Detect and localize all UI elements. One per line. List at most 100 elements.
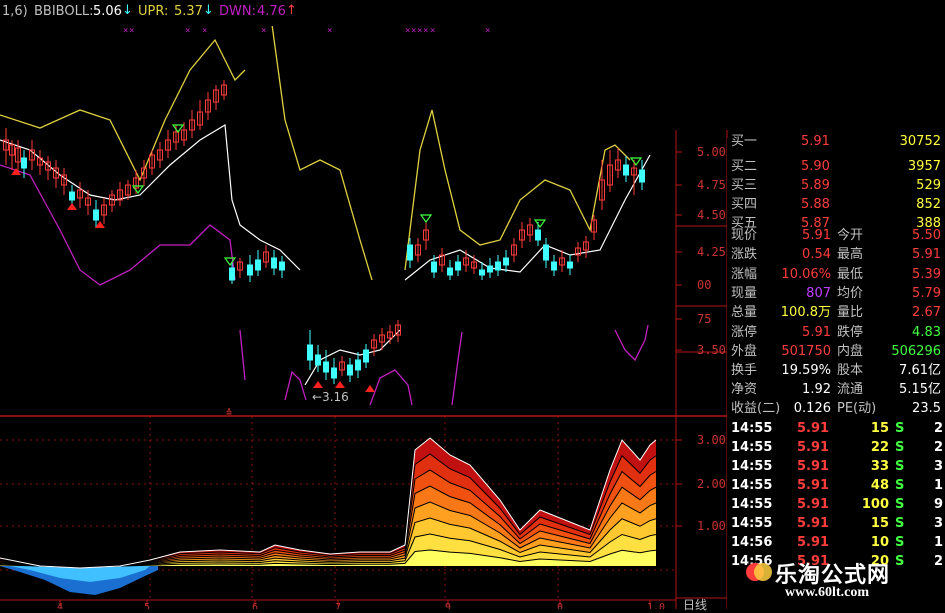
bid-row[interactable]: 买一 5.91 30752 [727, 132, 945, 151]
sell-arrow-icon [419, 214, 433, 224]
price-tick-label: 4.50 [697, 208, 726, 222]
quote-value: 10.06% [781, 266, 831, 282]
quote-value: 4.83 [912, 324, 941, 340]
tick-row[interactable]: 14:55 5.91 33 S 3 [727, 457, 945, 476]
tick-row[interactable]: 14:56 5.91 10 S 1 [727, 533, 945, 552]
signal-mark: × [430, 26, 435, 36]
quote-label: 最低 [837, 266, 864, 282]
candle-body [487, 265, 493, 273]
candle-body [21, 157, 27, 169]
bid-label: 买三 [731, 178, 758, 193]
candle-body [363, 349, 369, 363]
fund-value: 7.61亿 [899, 363, 941, 378]
tick-side: S [895, 421, 905, 436]
fundamental-row: 净资 1.92 流通 5.15亿 [727, 380, 945, 399]
dwn-line [0, 164, 236, 286]
signal-mark: × [185, 26, 190, 36]
tick-time: 14:55 [731, 421, 773, 436]
upr-value: 5.37 [174, 4, 203, 19]
tick-time: 14:55 [731, 516, 773, 531]
tick-price: 5.91 [797, 535, 830, 550]
tick-price: 5.91 [797, 440, 830, 455]
quote-label: 外盘 [731, 343, 758, 359]
signal-mark: × [261, 26, 266, 36]
candle-body [307, 344, 313, 361]
quote-value: 506296 [891, 343, 941, 359]
tick-side: S [895, 440, 905, 455]
date-tick-label: 4 [57, 602, 63, 609]
date-tick-label: 0 [557, 602, 563, 609]
candle-body [431, 261, 437, 273]
candle-body [323, 361, 329, 373]
candle-body [229, 267, 235, 281]
tick-volume: 48 [870, 478, 889, 493]
buy-arrow-icon [313, 381, 323, 388]
tick-row[interactable]: 14:55 5.91 15 S 3 [727, 514, 945, 533]
tick-volume: 15 [870, 516, 889, 531]
tick-side: S [895, 497, 905, 512]
quote-panel: 买一 5.91 30752 买二 5.90 3957 买三 5.89 529 买四 5.88 852 买… [727, 134, 945, 418]
lower-tick-label: 2.00 [697, 477, 726, 491]
quote-row: 外盘 501750 内盘 506296 [727, 342, 945, 361]
buy-arrow-icon [67, 203, 77, 210]
tick-price: 5.91 [797, 497, 830, 512]
signal-mark: × [417, 26, 422, 36]
candle-body [567, 261, 573, 269]
fund-label: 换手 [731, 363, 758, 378]
sell-arrow-icon [533, 219, 547, 229]
fundamental-row: 换手 19.59% 股本 7.61亿 [727, 361, 945, 380]
candle-body [639, 169, 645, 183]
quote-value: 5.91 [802, 228, 831, 243]
bbi-line [0, 123, 301, 271]
quote-value: 5.91 [912, 247, 941, 263]
divider-marker: ≙ [226, 408, 232, 419]
indicator-params-text: 1,6) [2, 4, 28, 19]
tick-row[interactable]: 14:55 5.91 100 S 9 [727, 495, 945, 514]
period-label[interactable]: 日线 [683, 596, 707, 613]
tick-row[interactable]: 14:55 5.91 48 S 1 [727, 476, 945, 495]
tick-time: 14:55 [731, 497, 773, 512]
candle-body [447, 267, 453, 276]
tick-count: 9 [933, 497, 943, 512]
price-tick-label: 75 [697, 312, 711, 326]
upr-arrow-down-icon: ↓ [203, 3, 214, 18]
quote-row: 涨跌 0.54 最高 5.91 [727, 245, 945, 264]
tick-side: S [895, 535, 905, 550]
quote-label: 跌停 [837, 324, 864, 340]
fund-label: 净资 [731, 382, 758, 397]
bid-row[interactable]: 买四 5.88 852 [727, 195, 945, 214]
price-tick-label: 5.00 [697, 145, 726, 159]
tick-side: S [895, 459, 905, 474]
candle-body [407, 244, 413, 261]
bid-price: 5.91 [801, 134, 830, 149]
tick-row[interactable]: 14:55 5.91 15 S 2 [727, 419, 945, 438]
dwn-arrow-up-icon: ↑ [286, 3, 297, 18]
buy-arrow-icon [365, 385, 375, 392]
dwn-line [239, 329, 246, 381]
price-tick-label: 00 [697, 278, 711, 292]
quote-label: 现价 [731, 228, 758, 243]
bid-volume: 529 [916, 178, 941, 193]
tick-count: 3 [933, 459, 943, 474]
quote-row: 现量 807 均价 5.79 [727, 284, 945, 303]
candle-body [623, 164, 629, 176]
tick-row[interactable]: 14:55 5.91 22 S 2 [727, 438, 945, 457]
candle-body [247, 264, 253, 276]
quote-label: 总量 [731, 305, 758, 321]
tick-time: 14:55 [731, 459, 773, 474]
fund-value: 23.5 [912, 401, 941, 416]
quote-label: 量比 [837, 305, 864, 321]
candle-body [347, 364, 353, 376]
signal-mark: × [202, 26, 207, 36]
bid-row[interactable]: 买二 5.90 3957 [727, 157, 945, 176]
tick-volume: 10 [870, 535, 889, 550]
bid-row[interactable]: 买三 5.89 529 [727, 176, 945, 195]
watermark-url: www.60lt.com [785, 585, 869, 600]
tick-side: S [895, 516, 905, 531]
candle-body [93, 209, 99, 221]
signal-mark: × [129, 26, 134, 36]
fundamental-row: 收益(二) 0.126 PE(动) 23.5 [727, 399, 945, 418]
date-tick-label: 1.0 [647, 602, 665, 609]
watermark: 乐淘公式网 www.60lt.com [745, 555, 930, 605]
upr-label: UPR: [138, 4, 169, 19]
